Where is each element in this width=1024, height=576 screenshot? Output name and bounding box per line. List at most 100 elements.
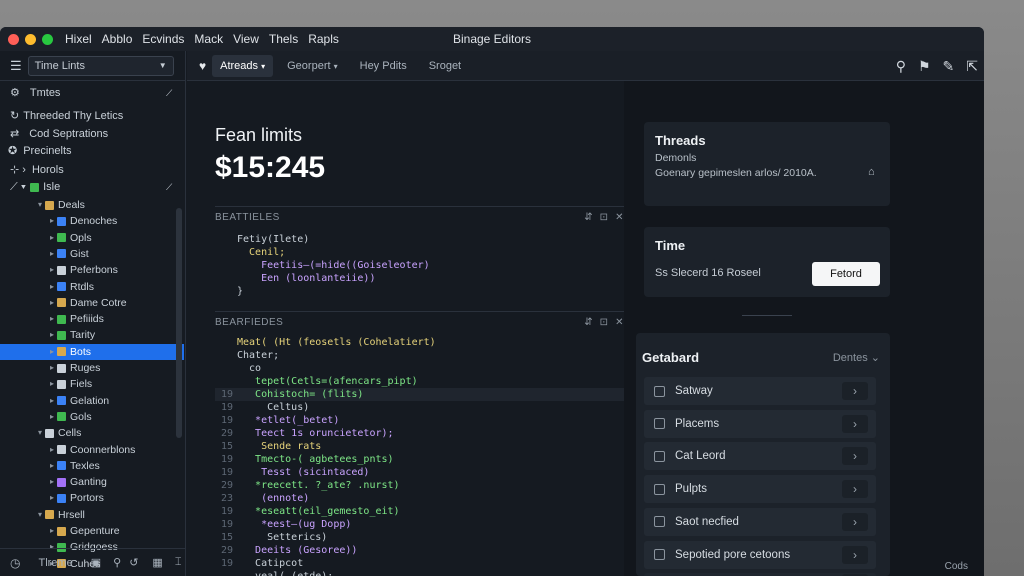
tree-item[interactable]: ▸ Denoches <box>50 213 117 229</box>
shield-icon[interactable]: ♥ <box>199 59 206 73</box>
hamburger-menu-icon[interactable]: ☰ <box>10 58 22 74</box>
chevron-right-icon[interactable]: › <box>842 414 868 433</box>
collapse-icon[interactable]: ⟋ <box>166 85 172 101</box>
sidebar-section[interactable]: ⇄ Cod Septrations <box>10 126 108 142</box>
tree-item[interactable]: ▸ Bots <box>0 343 184 360</box>
save-icon[interactable]: ▣ <box>91 556 101 569</box>
chevron-icon[interactable]: ▸ <box>50 262 54 278</box>
chevron-icon[interactable]: ▸ <box>50 523 54 539</box>
close-window-button[interactable] <box>8 33 19 45</box>
menu-item[interactable]: Mack <box>194 32 223 46</box>
code-block[interactable]: Meat( (Ht (feosetls (Cohelatiert) Chater;… <box>215 336 624 576</box>
magic-icon[interactable]: ✎ <box>943 58 955 75</box>
sidebar-selector[interactable]: Time Lints ▼ <box>27 55 174 76</box>
menu-item[interactable]: Thels <box>269 32 298 46</box>
checkbox[interactable] <box>654 450 665 462</box>
tree-item[interactable]: ▸ Rtdls <box>50 279 94 295</box>
sidebar-scrollbar[interactable] <box>176 208 182 438</box>
dentes-dropdown[interactable]: Dentes ⌄ <box>833 351 880 364</box>
chevron-icon[interactable]: ▸ <box>50 213 54 229</box>
tree-item[interactable]: ▾ Cells <box>38 425 81 441</box>
menu-item[interactable]: Hixel <box>65 32 92 46</box>
tree-item[interactable]: ▸ Opls <box>50 230 92 246</box>
checkbox[interactable] <box>654 418 665 430</box>
checkbox[interactable] <box>654 385 665 397</box>
export-icon[interactable]: ⇱ <box>966 58 978 75</box>
list-item[interactable]: Saot necfied › <box>644 507 876 536</box>
list-item[interactable]: Placems › <box>644 409 876 438</box>
tree-item[interactable]: ▸ Ganting <box>50 474 107 490</box>
chevron-icon[interactable]: ▸ <box>50 490 54 506</box>
collapse-icon[interactable]: ⟋ <box>166 179 172 195</box>
pin-icon[interactable]: ⚑ <box>918 58 931 75</box>
tree-item[interactable]: ▸ Coonnerblons <box>50 442 135 458</box>
tab-hey-pdits[interactable]: Hey Pdits <box>352 55 415 77</box>
chevron-icon[interactable]: ▸ <box>50 376 54 392</box>
list-item[interactable]: Sepotied pore cetoons › <box>644 540 876 569</box>
cursor-icon[interactable]: ⌶ <box>175 556 182 569</box>
chevron-icon[interactable]: ▾ <box>38 197 42 213</box>
chevron-right-icon[interactable]: › <box>842 512 868 531</box>
lock-icon[interactable]: ⌂ <box>868 166 875 178</box>
checkbox[interactable] <box>654 483 665 495</box>
tab-sroget[interactable]: Sroget <box>421 55 469 77</box>
chevron-icon[interactable]: ▸ <box>50 409 54 425</box>
sidebar-section[interactable]: ⟋ ▾ Isle ⟋ <box>10 179 172 195</box>
chevron-right-icon[interactable]: › <box>842 447 868 466</box>
tree-item[interactable]: ▸ Ruges <box>50 360 100 376</box>
sidebar-section[interactable]: ⚙ Tmtes ⟋ <box>10 85 172 101</box>
panel-controls[interactable]: ⇵ ⊡ ✕ <box>584 317 624 328</box>
chevron-icon[interactable]: ▸ <box>50 474 54 490</box>
tree-item[interactable]: ▸ Tarity <box>50 327 95 343</box>
chevron-icon[interactable]: ▸ <box>50 442 54 458</box>
grid-icon[interactable]: ▦ <box>152 556 162 569</box>
tree-item[interactable]: ▸ Dame Cotre <box>50 295 127 311</box>
chevron-icon[interactable]: ▸ <box>50 279 54 295</box>
menu-item[interactable]: Rapls <box>308 32 339 46</box>
minimize-window-button[interactable] <box>25 33 36 45</box>
sidebar-section[interactable]: ⊹ › Horols <box>10 162 64 178</box>
chevron-right-icon[interactable]: › <box>842 480 868 499</box>
chevron-right-icon[interactable]: › <box>842 545 868 564</box>
checkbox[interactable] <box>654 549 665 560</box>
search-icon[interactable]: ⚲ <box>896 58 906 75</box>
chevron-icon[interactable]: ▸ <box>50 246 54 262</box>
tree-item[interactable]: ▸ Gist <box>50 246 89 262</box>
sync-icon[interactable]: ↺ <box>129 556 138 569</box>
tab-atreads[interactable]: Atreads ▾ <box>212 54 274 77</box>
chevron-icon[interactable]: ▾ <box>38 425 42 441</box>
clock-icon[interactable]: ◷ <box>10 556 20 570</box>
tree-item[interactable]: ▸ Portors <box>50 490 104 506</box>
sidebar-section[interactable]: ✪ Precinelts <box>8 143 72 159</box>
list-item[interactable]: Cat Leord › <box>644 442 876 471</box>
chevron-icon[interactable]: ▸ <box>50 295 54 311</box>
tree-item[interactable]: ▾ Hrsell <box>38 507 85 523</box>
code-block[interactable]: Fetiy(Ilete) Cenil; Feetiis—(=hide((Gois… <box>215 233 624 298</box>
chevron-icon[interactable]: ▸ <box>50 344 54 360</box>
tree-item[interactable]: ▸ Pefiiids <box>50 311 104 327</box>
chevron-icon[interactable]: ▸ <box>50 393 54 409</box>
chevron-icon[interactable]: ▸ <box>50 360 54 376</box>
tree-item[interactable]: ▸ Fiels <box>50 376 92 392</box>
fetord-button[interactable]: Fetord <box>812 262 880 286</box>
link-icon[interactable]: ⚲ <box>113 556 121 569</box>
chevron-icon[interactable]: ▸ <box>50 458 54 474</box>
chevron-icon[interactable]: ▾ <box>38 507 42 523</box>
tree-item[interactable]: ▸ Gols <box>50 409 92 425</box>
sidebar-section[interactable]: ↻ Threeded Thy Letics <box>10 108 123 124</box>
tab-georpert[interactable]: Georpert ▾ <box>279 55 346 77</box>
tree-item[interactable]: ▸ Gepenture <box>50 523 120 539</box>
tree-item[interactable]: ▸ Texles <box>50 458 100 474</box>
chevron-icon[interactable]: ▸ <box>50 230 54 246</box>
menu-item[interactable]: View <box>233 32 259 46</box>
menu-item[interactable]: Abblo <box>102 32 133 46</box>
menu-item[interactable]: Ecvinds <box>142 32 184 46</box>
chevron-icon[interactable]: ▸ <box>50 311 54 327</box>
list-item[interactable]: Satway › <box>644 377 876 405</box>
tree-item[interactable]: ▾ Deals <box>38 197 85 213</box>
list-item[interactable]: Pulpts › <box>644 475 876 504</box>
panel-controls[interactable]: ⇵ ⊡ ✕ <box>584 212 624 223</box>
checkbox[interactable] <box>654 516 665 528</box>
tree-item[interactable]: ▸ Peferbons <box>50 262 118 278</box>
chevron-right-icon[interactable]: › <box>842 382 868 400</box>
